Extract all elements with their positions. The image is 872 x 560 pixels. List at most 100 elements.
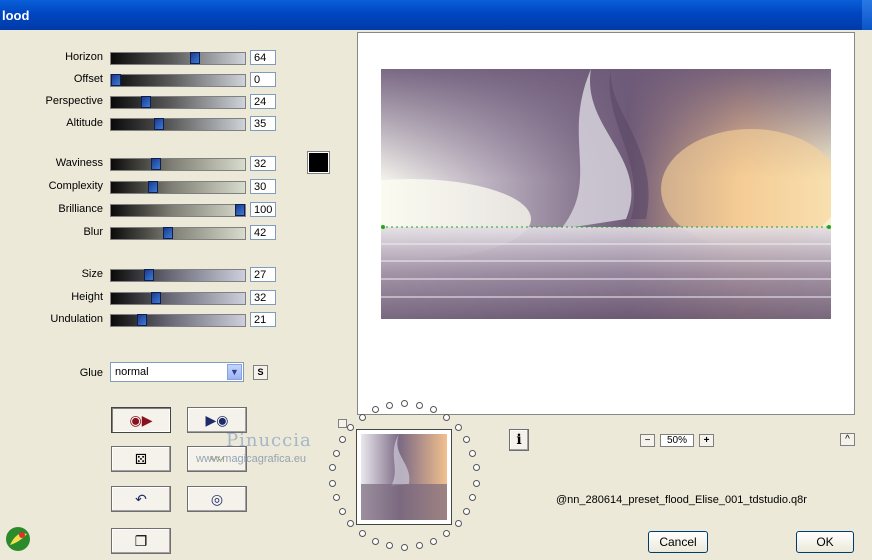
slider-track-waviness[interactable] [110, 158, 246, 171]
slider-track-perspective[interactable] [110, 96, 246, 109]
navigator-ring-dot[interactable] [401, 544, 408, 551]
slider-label-offset: Offset [73, 73, 103, 85]
slider-track-offset[interactable] [110, 74, 246, 87]
chevron-down-icon[interactable]: ▼ [227, 364, 242, 380]
navigator-ring-dot[interactable] [416, 542, 423, 549]
navigator-ring-dot[interactable] [469, 450, 476, 457]
navigator-ring-dot[interactable] [339, 436, 346, 443]
navigator-ring-dot[interactable] [386, 542, 393, 549]
navigator-ring-dot[interactable] [463, 436, 470, 443]
slider-value-altitude[interactable]: 35 [250, 116, 276, 131]
slider-value-complexity[interactable]: 30 [250, 179, 276, 194]
slider-thumb-perspective[interactable] [141, 96, 151, 108]
slider-label-blur: Blur [83, 226, 103, 238]
reset-circle-icon: ◎ [210, 491, 224, 507]
navigator-ring-dot[interactable] [473, 464, 480, 471]
navigator-ring-dot[interactable] [339, 508, 346, 515]
undo-button[interactable]: ↶ [111, 486, 171, 512]
navigator-ring-dot[interactable] [463, 508, 470, 515]
slider-value-blur[interactable]: 42 [250, 225, 276, 240]
random-button[interactable]: ⚄ [111, 446, 171, 472]
slider-track-brilliance[interactable] [110, 204, 246, 217]
slider-value-size[interactable]: 27 [250, 267, 276, 282]
navigator-ring-dot[interactable] [372, 538, 379, 545]
navigator-ring-dot[interactable] [333, 494, 340, 501]
slider-value-perspective[interactable]: 24 [250, 94, 276, 109]
zoom-out-button[interactable]: − [640, 434, 655, 447]
navigator-ring-dot[interactable] [455, 424, 462, 431]
navigator-ring-dot[interactable] [347, 520, 354, 527]
slider-track-size[interactable] [110, 269, 246, 282]
navigator-ring-dot[interactable] [347, 424, 354, 431]
reset-button[interactable]: ◎ [187, 486, 247, 512]
copy-button[interactable]: ❐ [111, 528, 171, 554]
thumbnail-corner-handle[interactable] [338, 419, 347, 428]
slider-track-altitude[interactable] [110, 118, 246, 131]
title-bar-edge [862, 0, 872, 30]
navigator-ring-dot[interactable] [329, 480, 336, 487]
slider-value-offset[interactable]: 0 [250, 72, 276, 87]
window-title: lood [2, 8, 30, 23]
slider-thumb-horizon[interactable] [190, 52, 200, 64]
slider-thumb-offset[interactable] [111, 74, 121, 86]
ok-button[interactable]: OK [796, 531, 854, 553]
slider-label-horizon: Horizon [65, 51, 103, 63]
info-button[interactable]: i [509, 429, 529, 451]
play-left-icon: ▶◉ [205, 412, 229, 428]
watermark-name: Pinuccia [226, 430, 312, 451]
slider-value-horizon[interactable]: 64 [250, 50, 276, 65]
expand-button[interactable]: ^ [840, 433, 855, 446]
slider-value-waviness[interactable]: 32 [250, 156, 276, 171]
cancel-button[interactable]: Cancel [648, 531, 708, 553]
dice-icon: ⚄ [134, 451, 148, 467]
navigator-ring-dot[interactable] [430, 406, 437, 413]
undo-icon: ↶ [135, 491, 147, 507]
navigator-ring-dot[interactable] [329, 464, 336, 471]
navigator-ring-dot[interactable] [333, 450, 340, 457]
navigator-ring-dot[interactable] [359, 414, 366, 421]
slider-thumb-undulation[interactable] [137, 314, 147, 326]
slider-track-horizon[interactable] [110, 52, 246, 65]
slider-track-undulation[interactable] [110, 314, 246, 327]
slider-label-altitude: Altitude [66, 117, 103, 129]
navigator-ring-dot[interactable] [430, 538, 437, 545]
navigator-ring-dot[interactable] [443, 530, 450, 537]
slider-track-height[interactable] [110, 292, 246, 305]
title-bar: lood [0, 0, 872, 30]
color-swatch[interactable] [307, 151, 330, 174]
slider-thumb-height[interactable] [151, 292, 161, 304]
navigator-ring-dot[interactable] [372, 406, 379, 413]
navigator-ring-dot[interactable] [359, 530, 366, 537]
slider-label-undulation: Undulation [50, 313, 103, 325]
slider-thumb-size[interactable] [144, 269, 154, 281]
slider-value-height[interactable]: 32 [250, 290, 276, 305]
navigator-ring-dot[interactable] [443, 414, 450, 421]
watermark-url: www.magicagrafica.eu [196, 453, 307, 465]
zoom-in-button[interactable]: + [699, 434, 714, 447]
slider-thumb-altitude[interactable] [154, 118, 164, 130]
glue-select[interactable]: normal ▼ [110, 362, 244, 382]
slider-thumb-waviness[interactable] [151, 158, 161, 170]
play-right-button[interactable]: ◉▶ [111, 407, 171, 433]
slider-value-undulation[interactable]: 21 [250, 312, 276, 327]
navigator-ring-dot[interactable] [401, 400, 408, 407]
slider-track-complexity[interactable] [110, 181, 246, 194]
slider-track-blur[interactable] [110, 227, 246, 240]
slider-thumb-blur[interactable] [163, 227, 173, 239]
navigator-ring-dot[interactable] [416, 402, 423, 409]
preview-image [381, 69, 831, 319]
slider-value-brilliance[interactable]: 100 [250, 202, 276, 217]
copy-icon: ❐ [134, 533, 148, 549]
slider-thumb-brilliance[interactable] [235, 204, 245, 216]
slider-label-perspective: Perspective [45, 95, 103, 107]
glue-value: normal [115, 366, 149, 378]
slider-thumb-complexity[interactable] [148, 181, 158, 193]
navigator-ring-dot[interactable] [469, 494, 476, 501]
navigator-ring-dot[interactable] [455, 520, 462, 527]
navigator-ring-dot[interactable] [473, 480, 480, 487]
info-icon: i [516, 432, 522, 448]
glue-label: Glue [79, 367, 103, 379]
glue-s-button[interactable]: S [253, 365, 268, 380]
navigator-ring-dot[interactable] [386, 402, 393, 409]
navigator-thumbnail[interactable] [356, 429, 452, 525]
